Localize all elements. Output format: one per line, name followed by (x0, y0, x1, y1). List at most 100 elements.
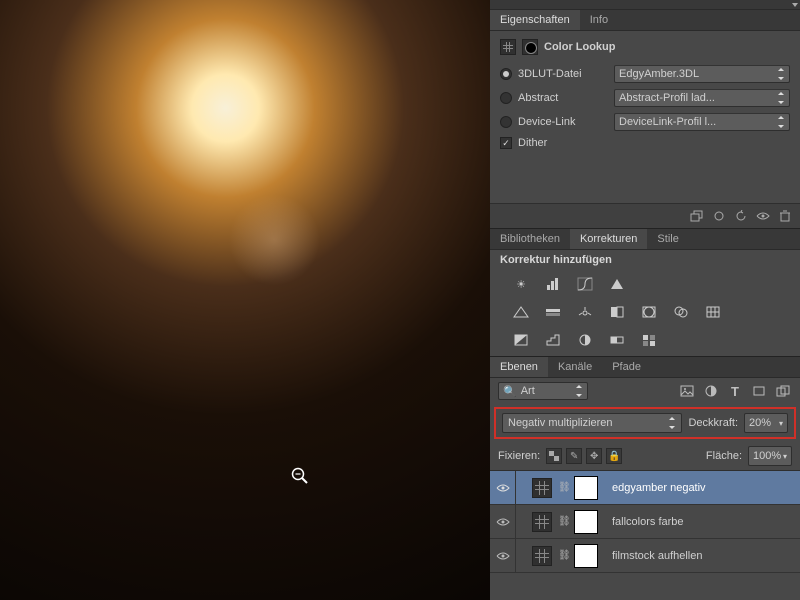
tab-korrekturen[interactable]: Korrekturen (570, 229, 647, 249)
hue-icon[interactable] (542, 302, 564, 322)
chevron-updown-icon (777, 115, 785, 129)
filter-type-icon[interactable]: T (726, 383, 744, 399)
trash-icon[interactable] (776, 208, 794, 224)
checkbox-dither[interactable] (500, 137, 512, 149)
fill-field[interactable]: 100% ▾ (748, 446, 792, 466)
undo-icon[interactable] (732, 208, 750, 224)
chevron-down-icon: ▾ (779, 419, 783, 428)
lut-circle-icon (522, 39, 538, 55)
mask-thumbnail[interactable] (574, 544, 598, 568)
label-devicelink: Device-Link (518, 116, 608, 128)
link-icon: ⛓ (558, 482, 568, 493)
fill-value: 100% (753, 450, 781, 462)
view-icon[interactable] (710, 208, 728, 224)
adj-row-1: ☀ (490, 272, 800, 300)
tab-eigenschaften[interactable]: Eigenschaften (490, 10, 580, 30)
layer-filter-dropdown[interactable]: 🔍 Art (498, 382, 588, 400)
dropdown-abstract-value: Abstract-Profil lad... (619, 92, 715, 104)
layers-list: ⛓ edgyamber negativ ⛓ fallcolors farbe ⛓… (490, 471, 800, 600)
dropdown-devicelink[interactable]: DeviceLink-Profil l... (614, 113, 790, 131)
label-3dlut: 3DLUT-Datei (518, 68, 608, 80)
brightness-icon[interactable]: ☀ (510, 274, 532, 294)
bw-icon[interactable] (606, 302, 628, 322)
layer-name[interactable]: fallcolors farbe (612, 516, 684, 528)
layer-visibility-toggle[interactable] (490, 471, 516, 504)
vibrance-icon[interactable] (510, 302, 532, 322)
layers-tabs: Ebenen Kanäle Pfade (490, 356, 800, 378)
lock-transparency-icon[interactable] (546, 448, 562, 464)
lut-grid-icon (532, 512, 552, 532)
mask-thumbnail[interactable] (574, 510, 598, 534)
dropdown-3dlut[interactable]: EdgyAmber.3DL (614, 65, 790, 83)
tab-ebenen[interactable]: Ebenen (490, 357, 548, 377)
blend-mode-dropdown[interactable]: Negativ multiplizieren (502, 413, 682, 433)
filter-image-icon[interactable] (678, 383, 696, 399)
opacity-value: 20% (749, 417, 771, 429)
filter-smart-icon[interactable] (774, 383, 792, 399)
exposure-icon[interactable] (606, 274, 628, 294)
lock-pixels-icon[interactable]: ✎ (566, 448, 582, 464)
properties-titlebar[interactable] (490, 0, 800, 10)
lut-grid-icon (532, 478, 552, 498)
dropdown-devicelink-value: DeviceLink-Profil l... (619, 116, 716, 128)
label-dither: Dither (518, 137, 547, 149)
radio-3dlut[interactable] (500, 68, 512, 80)
lock-label: Fixieren: (498, 450, 540, 462)
lut-grid-icon (500, 39, 516, 55)
posterize-icon[interactable] (542, 330, 564, 350)
lock-all-icon[interactable]: 🔒 (606, 448, 622, 464)
layer-visibility-toggle[interactable] (490, 505, 516, 538)
link-icon: ⛓ (558, 550, 568, 561)
right-panels: Eigenschaften Info Color Lookup 3DLUT-Da… (490, 0, 800, 600)
adjustments-tabs: Bibliotheken Korrekturen Stile (490, 228, 800, 250)
dropdown-3dlut-value: EdgyAmber.3DL (619, 68, 699, 80)
adj-row-3 (490, 328, 800, 356)
clip-icon[interactable] (688, 208, 706, 224)
tab-stile[interactable]: Stile (647, 229, 688, 249)
mask-thumbnail[interactable] (574, 476, 598, 500)
filter-adjust-icon[interactable] (702, 383, 720, 399)
layer-row[interactable]: ⛓ edgyamber negativ (490, 471, 800, 505)
properties-tabs: Eigenschaften Info (490, 10, 800, 31)
tab-info[interactable]: Info (580, 10, 618, 30)
layer-visibility-toggle[interactable] (490, 539, 516, 572)
mixer-icon[interactable] (670, 302, 692, 322)
lock-position-icon[interactable]: ✥ (586, 448, 602, 464)
tab-bibliotheken[interactable]: Bibliotheken (490, 229, 570, 249)
photofilter-icon[interactable] (638, 302, 660, 322)
search-icon: 🔍 (503, 385, 517, 398)
radio-devicelink[interactable] (500, 116, 512, 128)
layer-row[interactable]: ⛓ fallcolors farbe (490, 505, 800, 539)
tab-kanaele[interactable]: Kanäle (548, 357, 602, 377)
selectivecolor-icon[interactable] (638, 330, 660, 350)
blend-opacity-row: Negativ multiplizieren Deckkraft: 20% ▾ (494, 407, 796, 439)
canvas-viewport[interactable] (0, 0, 490, 600)
eye-icon[interactable] (754, 208, 772, 224)
blend-mode-value: Negativ multiplizieren (508, 417, 613, 429)
filter-shape-icon[interactable] (750, 383, 768, 399)
gradientmap-icon[interactable] (606, 330, 628, 350)
dropdown-abstract[interactable]: Abstract-Profil lad... (614, 89, 790, 107)
levels-icon[interactable] (542, 274, 564, 294)
chevron-updown-icon (777, 91, 785, 105)
label-abstract: Abstract (518, 92, 608, 104)
layer-name[interactable]: edgyamber negativ (612, 482, 706, 494)
layer-name[interactable]: filmstock aufhellen (612, 550, 703, 562)
layer-filter-row: 🔍 Art T (490, 378, 800, 404)
colorbalance-icon[interactable] (574, 302, 596, 322)
threshold-icon[interactable] (574, 330, 596, 350)
radio-abstract[interactable] (500, 92, 512, 104)
invert-icon[interactable] (510, 330, 532, 350)
opacity-field[interactable]: 20% ▾ (744, 413, 788, 433)
lut-icon[interactable] (702, 302, 724, 322)
zoom-cursor-icon (291, 467, 309, 485)
properties-footer (490, 203, 800, 228)
adjustments-heading: Korrektur hinzufügen (490, 250, 800, 272)
lock-fill-row: Fixieren: ✎ ✥ 🔒 Fläche: 100% ▾ (490, 442, 800, 471)
opacity-label: Deckkraft: (688, 417, 738, 429)
link-icon: ⛓ (558, 516, 568, 527)
curves-icon[interactable] (574, 274, 596, 294)
layer-row[interactable]: ⛓ filmstock aufhellen (490, 539, 800, 573)
properties-title: Color Lookup (544, 41, 616, 53)
tab-pfade[interactable]: Pfade (602, 357, 651, 377)
